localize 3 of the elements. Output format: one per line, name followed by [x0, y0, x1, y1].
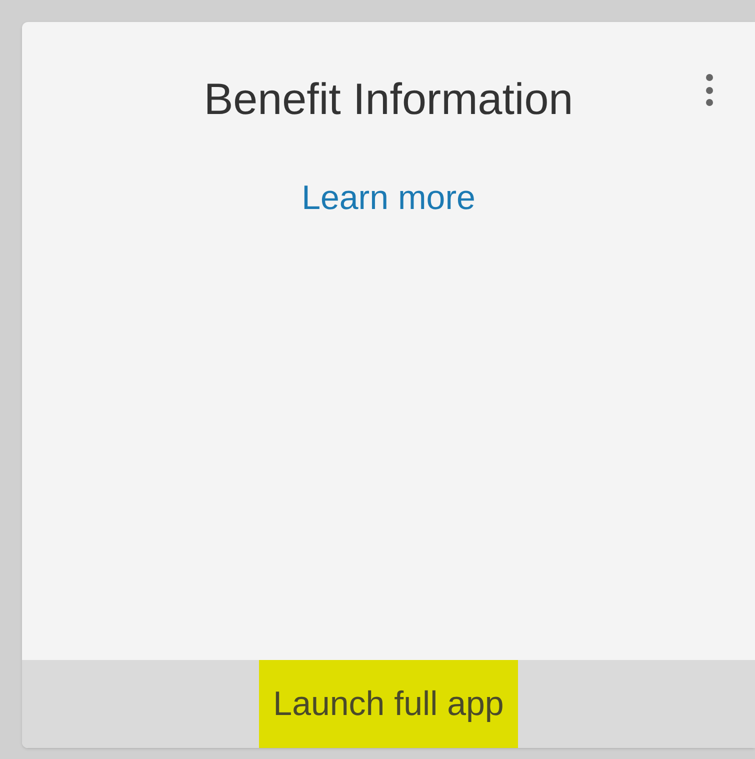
launch-app-button[interactable]: Launch full app: [259, 660, 518, 748]
card-title: Benefit Information: [204, 74, 574, 126]
learn-more-link[interactable]: Learn more: [302, 173, 476, 224]
